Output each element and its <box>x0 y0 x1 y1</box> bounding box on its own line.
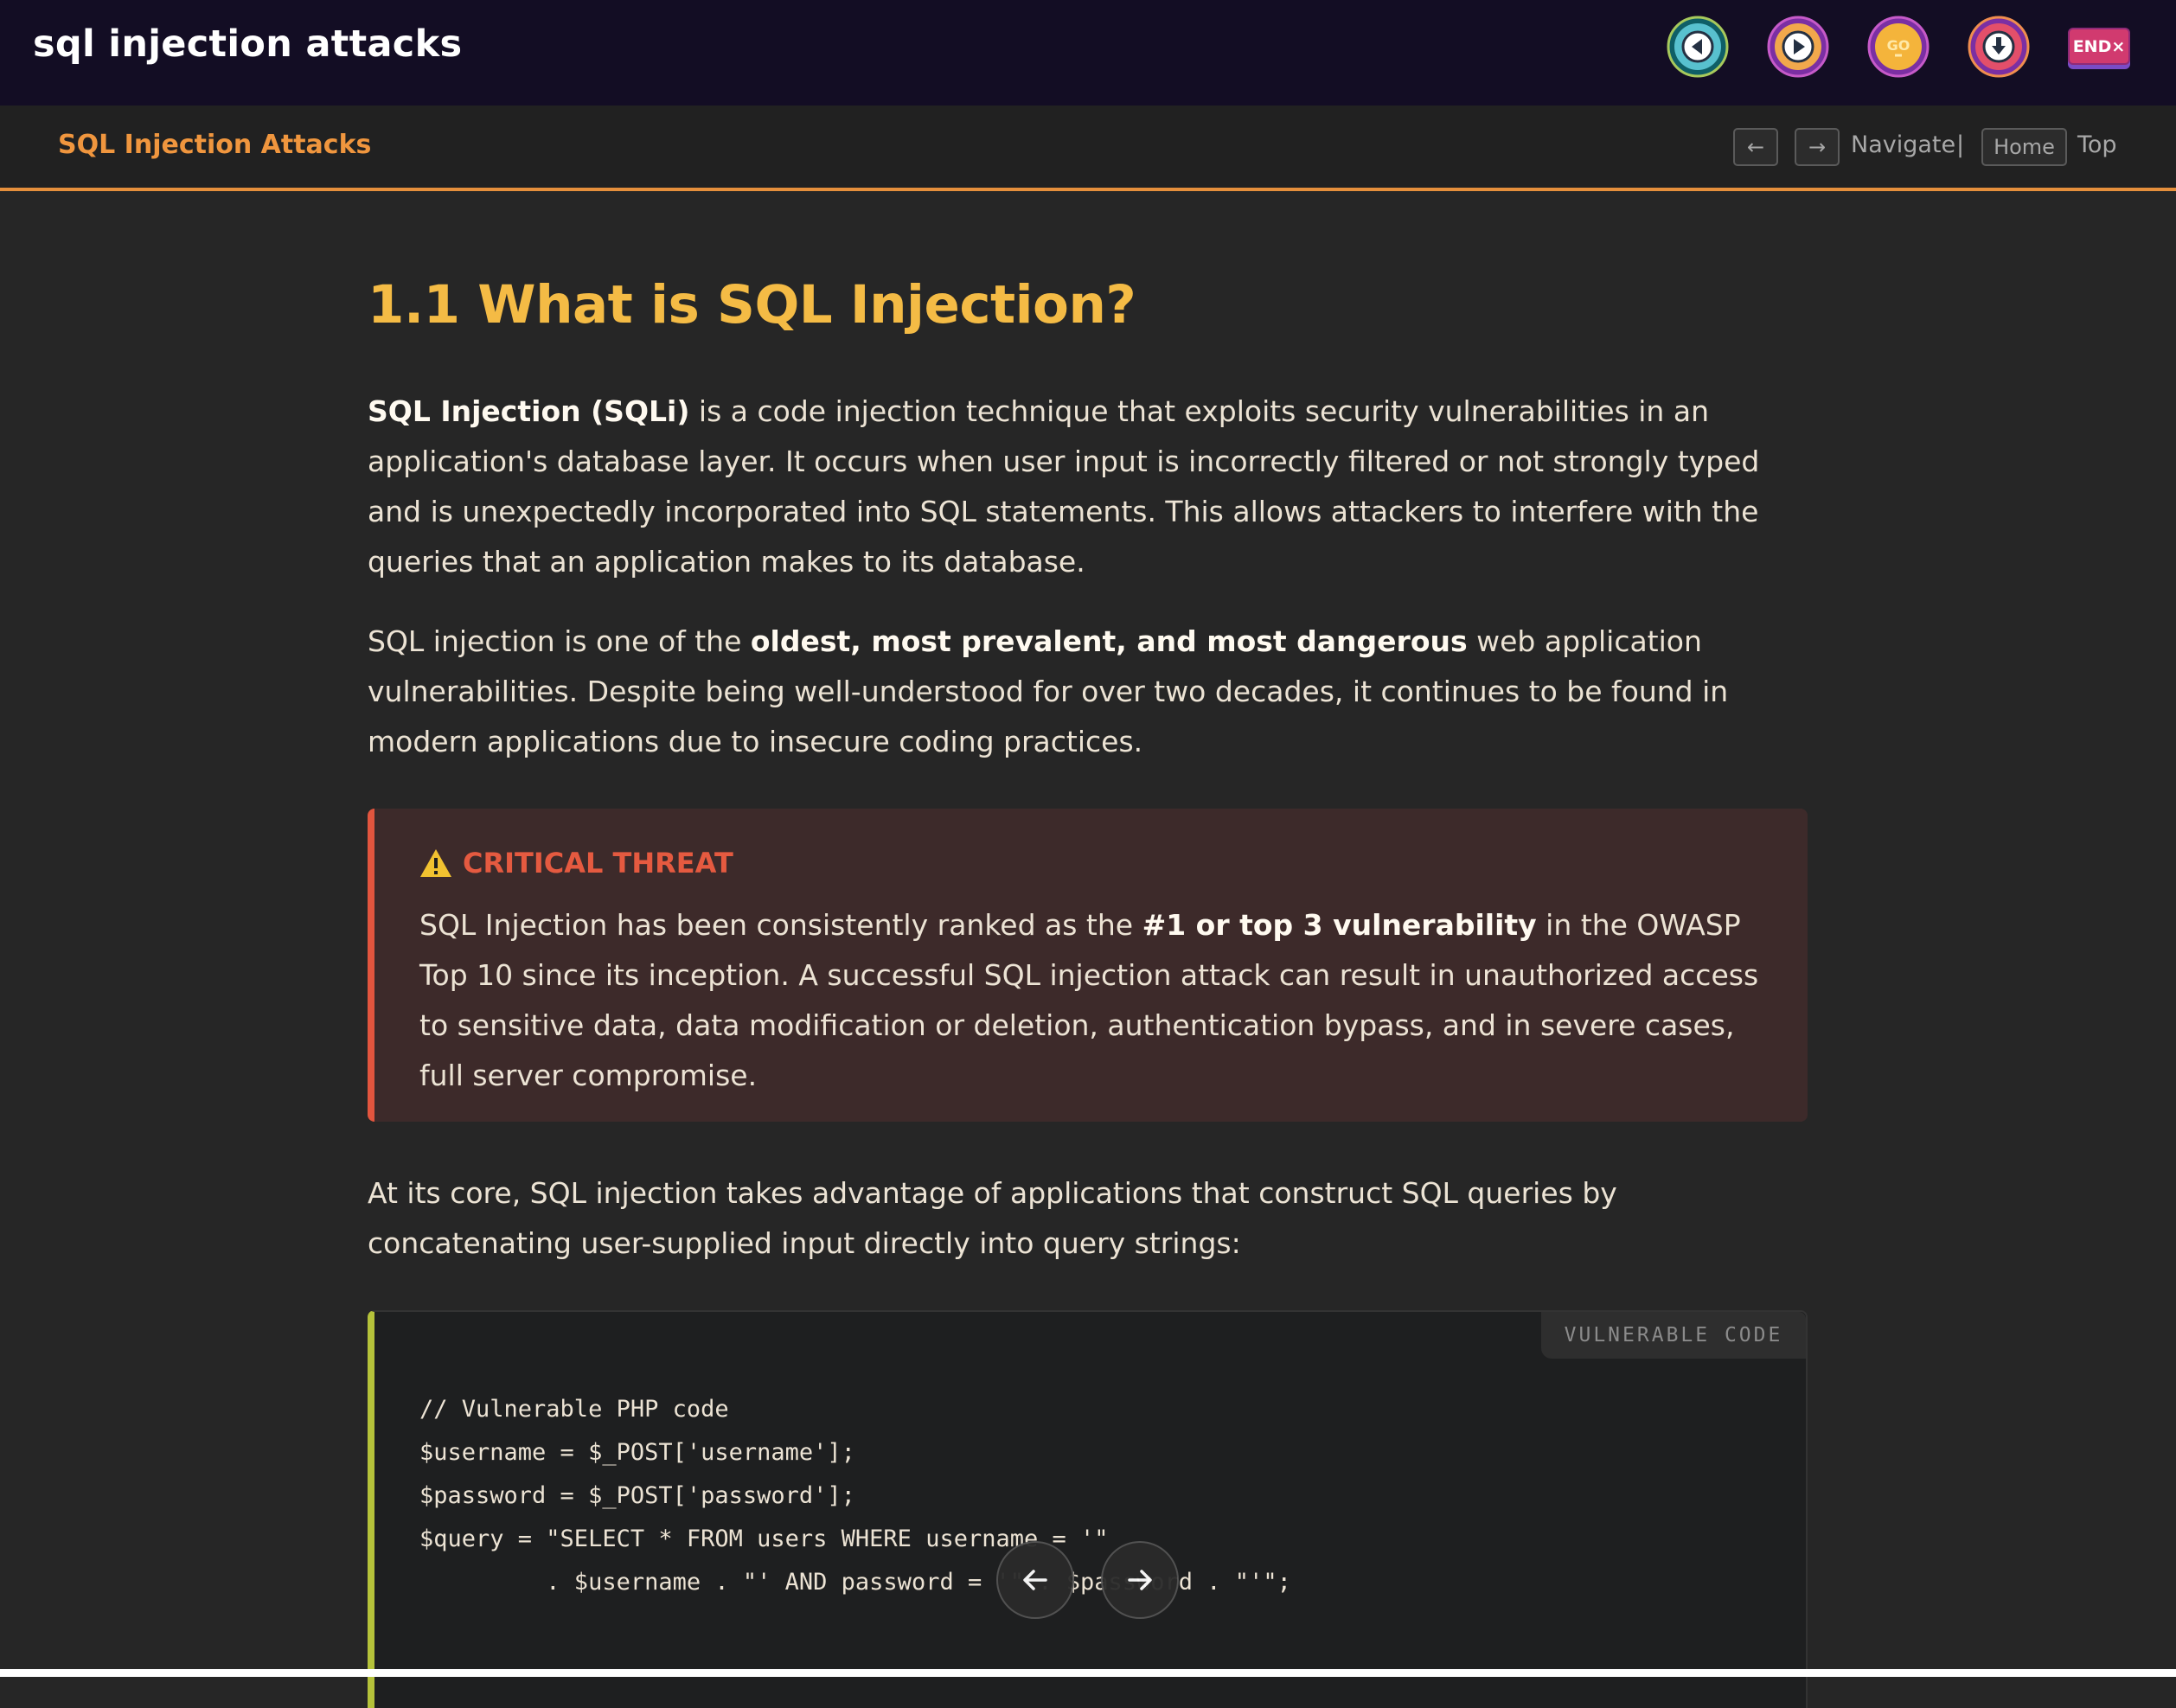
app-title: sql injection attacks <box>33 22 463 66</box>
rewind-icon <box>1667 16 1729 78</box>
page-title: 1.1 What is SQL Injection? <box>368 274 1136 336</box>
play-icon <box>1767 16 1829 78</box>
play-button[interactable] <box>1767 16 1829 78</box>
navigate-label: Navigate <box>1851 131 1956 158</box>
alert-text-before: SQL Injection has been consistently rank… <box>419 908 1142 942</box>
critical-threat-callout: CRITICAL THREAT SQL Injection has been c… <box>368 809 1808 1122</box>
code-line: $username = $_POST['username']; <box>419 1439 855 1466</box>
prevalence-paragraph: SQL injection is one of the oldest, most… <box>368 617 1808 767</box>
arrow-left-icon <box>1023 1570 1047 1590</box>
core-paragraph: At its core, SQL injection takes advanta… <box>368 1176 1617 1260</box>
sub-navigation: SQL Injection Attacks ← → Navigate | Hom… <box>0 106 2176 191</box>
warning-icon <box>420 849 451 877</box>
download-icon <box>1968 16 2030 78</box>
svg-text:GO: GO <box>1887 37 1910 54</box>
section-title: SQL Injection Attacks <box>58 130 372 160</box>
alert-title-text: CRITICAL THREAT <box>463 847 733 880</box>
top-label: Top <box>2077 131 2117 158</box>
next-key-button[interactable]: → <box>1795 128 1840 166</box>
alert-body: SQL Injection has been consistently rank… <box>419 900 1777 1101</box>
prevalence-emphasis: oldest, most prevalent, and most dangero… <box>750 624 1468 658</box>
code-label: VULNERABLE CODE <box>1541 1312 1806 1359</box>
page-bottom-edge <box>0 1669 2176 1677</box>
rewind-button[interactable] <box>1667 16 1729 78</box>
intro-paragraph: SQL Injection (SQLi) is a code injection… <box>368 387 1808 587</box>
next-page-button[interactable] <box>1101 1541 1179 1619</box>
code-block: VULNERABLE CODE // Vulnerable PHP code $u… <box>368 1310 1808 1708</box>
prev-key-button[interactable]: ← <box>1733 128 1778 166</box>
go-button[interactable]: GO <box>1867 16 1930 78</box>
alert-emphasis: #1 or top 3 vulnerability <box>1142 908 1537 942</box>
code-line: $password = $_POST['password']; <box>419 1482 855 1509</box>
end-button[interactable]: END × <box>2068 28 2130 65</box>
arrow-right-icon <box>1128 1570 1152 1590</box>
sqli-term: SQL Injection (SQLi) <box>368 394 690 428</box>
close-icon: × <box>2111 36 2126 56</box>
code-line: // Vulnerable PHP code <box>419 1396 729 1423</box>
home-key-button[interactable]: Home <box>1981 128 2067 166</box>
app-header: sql injection attacks GO END × <box>0 0 2176 106</box>
prevalence-text-before: SQL injection is one of the <box>368 624 751 658</box>
download-button[interactable] <box>1968 16 2030 78</box>
alert-title: CRITICAL THREAT <box>419 847 733 880</box>
end-label: END <box>2072 36 2112 56</box>
prev-page-button[interactable] <box>996 1541 1074 1619</box>
go-icon: GO <box>1867 16 1930 78</box>
nav-separator: | <box>1956 131 1965 158</box>
